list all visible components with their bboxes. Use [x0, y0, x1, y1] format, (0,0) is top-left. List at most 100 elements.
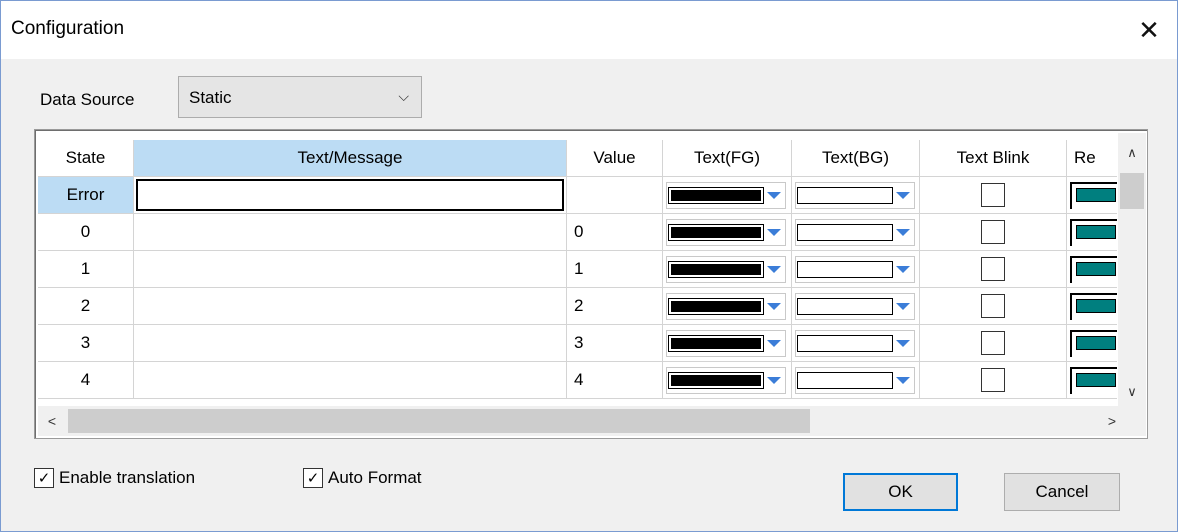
text-fg-color-combo[interactable]	[666, 330, 786, 357]
message-cell[interactable]	[134, 362, 567, 399]
state-cell[interactable]: 2	[38, 288, 134, 325]
close-button[interactable]: ✕	[1121, 1, 1177, 59]
text-fg-color-combo[interactable]	[666, 182, 786, 209]
text-fg-color[interactable]	[663, 325, 792, 362]
text-blink-checkbox[interactable]	[981, 257, 1005, 281]
re-color-cell[interactable]	[1067, 325, 1117, 362]
value-cell[interactable]	[567, 177, 663, 214]
message-cell[interactable]	[134, 325, 567, 362]
message-cell[interactable]	[134, 214, 567, 251]
state-cell[interactable]: 1	[38, 251, 134, 288]
text-bg-color[interactable]	[792, 214, 920, 251]
vertical-scrollbar[interactable]: ∧ ∨	[1118, 133, 1146, 406]
message-input[interactable]	[136, 179, 564, 211]
re-color-cell[interactable]	[1067, 362, 1117, 399]
text-blink-checkbox[interactable]	[981, 183, 1005, 207]
text-fg-color-combo[interactable]	[666, 367, 786, 394]
horizontal-scroll-thumb[interactable]	[68, 409, 810, 433]
text-blink-cell	[920, 177, 1067, 214]
column-header-state[interactable]: State	[38, 140, 134, 177]
text-bg-color[interactable]	[792, 251, 920, 288]
state-cell[interactable]: Error	[38, 177, 134, 214]
column-header-value[interactable]: Value	[567, 140, 663, 177]
re-color-combo[interactable]	[1070, 293, 1117, 320]
checkmark-icon[interactable]: ✓	[34, 468, 54, 488]
grid-header-row: State Text/Message Value Text(FG) Text(B…	[38, 140, 1117, 177]
text-bg-color-combo[interactable]	[795, 330, 915, 357]
text-fg-color[interactable]	[663, 362, 792, 399]
column-header-text-fg[interactable]: Text(FG)	[663, 140, 792, 177]
horizontal-scrollbar[interactable]: < >	[38, 406, 1146, 436]
combo-frame	[795, 293, 915, 320]
combo-frame	[666, 367, 786, 394]
re-color-cell[interactable]	[1067, 251, 1117, 288]
text-bg-color-combo[interactable]	[795, 293, 915, 320]
value-cell[interactable]: 3	[567, 325, 663, 362]
text-bg-color[interactable]	[792, 325, 920, 362]
vertical-scroll-thumb[interactable]	[1120, 173, 1144, 209]
text-fg-color-combo[interactable]	[666, 219, 786, 246]
text-blink-cell	[920, 362, 1067, 399]
column-header-re[interactable]: Re	[1067, 140, 1117, 177]
re-color-combo[interactable]	[1070, 256, 1117, 283]
state-cell[interactable]: 4	[38, 362, 134, 399]
column-header-text-bg[interactable]: Text(BG)	[792, 140, 920, 177]
re-color-cell[interactable]	[1067, 214, 1117, 251]
message-cell[interactable]	[134, 177, 567, 214]
re-color-cell[interactable]	[1067, 288, 1117, 325]
scroll-left-icon[interactable]: <	[38, 406, 66, 436]
cancel-button[interactable]: Cancel	[1004, 473, 1120, 511]
dialog-title: Configuration	[11, 18, 125, 39]
scroll-down-icon[interactable]: ∨	[1118, 378, 1146, 406]
data-source-select[interactable]: Static ⌵	[178, 76, 422, 118]
ok-button[interactable]: OK	[843, 473, 958, 511]
text-blink-checkbox[interactable]	[981, 220, 1005, 244]
re-color-combo[interactable]	[1070, 219, 1117, 246]
text-blink-cell	[920, 288, 1067, 325]
value-cell[interactable]: 0	[567, 214, 663, 251]
re-color-combo[interactable]	[1070, 367, 1117, 394]
text-blink-checkbox[interactable]	[981, 368, 1005, 392]
text-fg-color[interactable]	[663, 251, 792, 288]
text-blink-checkbox[interactable]	[981, 331, 1005, 355]
value-cell[interactable]: 1	[567, 251, 663, 288]
table-row: Error	[38, 177, 1117, 214]
text-bg-color[interactable]	[792, 177, 920, 214]
auto-format-label: Auto Format	[328, 468, 422, 487]
message-cell[interactable]	[134, 288, 567, 325]
enable-translation-checkbox[interactable]: ✓ Enable translation	[34, 468, 195, 488]
text-bg-color-combo[interactable]	[795, 182, 915, 209]
text-fg-color[interactable]	[663, 214, 792, 251]
text-bg-color[interactable]	[792, 288, 920, 325]
state-cell[interactable]: 0	[38, 214, 134, 251]
text-fg-color-combo[interactable]	[666, 293, 786, 320]
checkmark-icon[interactable]: ✓	[303, 468, 323, 488]
column-header-text-blink[interactable]: Text Blink	[920, 140, 1067, 177]
combo-frame	[795, 219, 915, 246]
value-cell[interactable]: 4	[567, 362, 663, 399]
combo-frame	[666, 182, 786, 209]
auto-format-checkbox[interactable]: ✓ Auto Format	[303, 468, 422, 488]
state-cell[interactable]: 3	[38, 325, 134, 362]
scroll-up-icon[interactable]: ∧	[1118, 139, 1146, 167]
re-color-combo[interactable]	[1070, 182, 1117, 209]
combo-frame	[795, 182, 915, 209]
text-fg-color[interactable]	[663, 288, 792, 325]
scroll-right-icon[interactable]: >	[1098, 406, 1126, 436]
value-cell[interactable]: 2	[567, 288, 663, 325]
re-color-cell[interactable]	[1067, 177, 1117, 214]
column-header-text-message[interactable]: Text/Message	[134, 140, 567, 177]
text-bg-color[interactable]	[792, 362, 920, 399]
combo-frame	[795, 330, 915, 357]
color-swatch	[1076, 373, 1116, 387]
configuration-dialog: Configuration ✕ Data Source Static ⌵ Sta…	[0, 0, 1178, 532]
text-bg-color-combo[interactable]	[795, 367, 915, 394]
text-blink-checkbox[interactable]	[981, 294, 1005, 318]
text-fg-color[interactable]	[663, 177, 792, 214]
text-bg-color-combo[interactable]	[795, 256, 915, 283]
text-fg-color-combo[interactable]	[666, 256, 786, 283]
re-color-combo[interactable]	[1070, 330, 1117, 357]
text-bg-color-combo[interactable]	[795, 219, 915, 246]
message-cell[interactable]	[134, 251, 567, 288]
table-row: 11	[38, 251, 1117, 288]
